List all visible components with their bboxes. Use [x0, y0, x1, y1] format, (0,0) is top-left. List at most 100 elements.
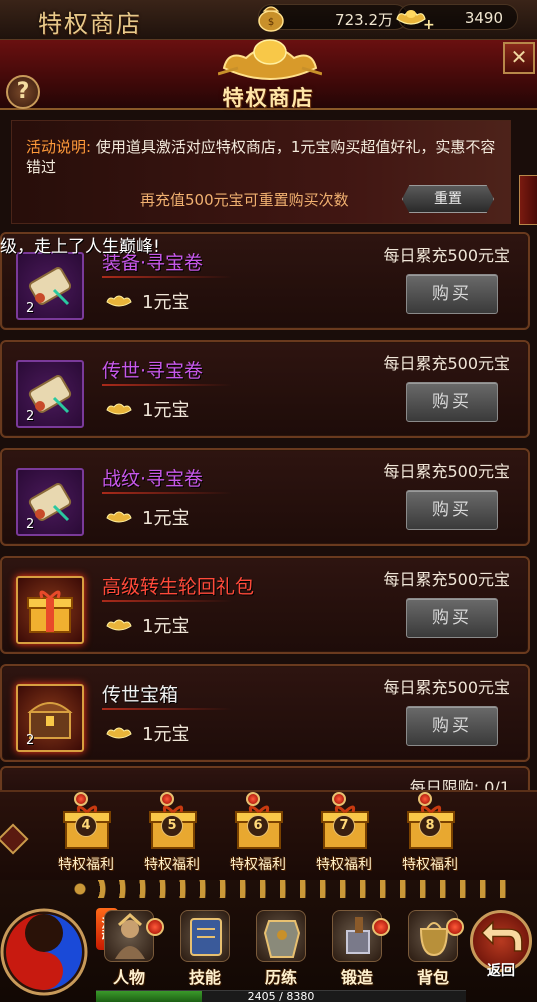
privilege-welfare-button[interactable]: 5 特权福利	[134, 798, 210, 880]
item-price: 1元宝	[142, 616, 190, 637]
item-name: 高级转生轮回礼包	[102, 576, 255, 598]
nav-label: 锻造	[340, 968, 373, 987]
purchase-condition: 每日累充500元宝	[383, 246, 510, 265]
welfare-gem-ornament	[160, 792, 174, 806]
item-icon-frame[interactable]: 2	[16, 252, 84, 320]
recharge-hint: 再充值500元宝可重置购买次数	[140, 191, 349, 209]
gold-ingot-icon	[106, 295, 132, 307]
item-row: 高级转生轮回礼包 1元宝 每日累充500元宝购买	[0, 556, 530, 654]
item-row: 2 传世宝箱 1元宝 每日累充500元宝购买	[0, 664, 530, 762]
privilege-welfare-button[interactable]: 8 特权福利	[392, 798, 468, 880]
svg-text:$: $	[268, 17, 274, 28]
welfare-level: 7	[333, 815, 355, 837]
nav-button-skill-book[interactable]: 技能	[170, 910, 240, 987]
buy-button[interactable]: 购买	[406, 274, 498, 314]
item-name: 传世宝箱	[102, 684, 179, 706]
activity-text: 使用道具激活对应特权商店，1元宝购买超值好礼，实惠不容错过	[26, 138, 496, 176]
purchase-condition: 每日累充500元宝	[383, 570, 510, 589]
partial-item-row: 每日限购: 0/1	[0, 766, 530, 792]
gold-counter: $ 723.2万	[258, 4, 408, 32]
gold-ingot-icon	[106, 727, 132, 739]
buy-button[interactable]: 购买	[406, 706, 498, 746]
help-button[interactable]: ?	[6, 75, 40, 109]
banner-title: 特权商店	[222, 85, 315, 110]
item-quantity: 2	[26, 409, 35, 424]
system-marquee: 级，走上了人生巅峰!	[0, 237, 160, 257]
name-underline	[102, 708, 232, 710]
welfare-level: 4	[75, 815, 97, 837]
close-button[interactable]: ✕	[503, 42, 535, 74]
welfare-level: 6	[247, 815, 269, 837]
exp-text: 2405 / 8380	[247, 990, 315, 1002]
gold-ingot-icon	[106, 619, 132, 631]
item-quantity: 2	[26, 301, 35, 316]
nav-art	[332, 910, 382, 962]
name-underline	[102, 600, 232, 602]
buy-button[interactable]: 购买	[406, 598, 498, 638]
buy-button[interactable]: 购买	[406, 490, 498, 530]
item-row: 2 战纹·寻宝卷 1元宝 每日累充500元宝 购买	[0, 448, 530, 546]
notification-dot	[446, 918, 464, 936]
item-price: 1元宝	[142, 400, 190, 421]
item-price: 1元宝	[142, 292, 190, 313]
name-underline	[102, 492, 232, 494]
welfare-level: 8	[419, 815, 441, 837]
privilege-welfare-button[interactable]: 6 特权福利	[220, 798, 296, 880]
exp-bar: 2405 / 8380	[96, 990, 466, 1002]
welfare-label: 特权福利	[230, 857, 286, 873]
item-quantity: 2	[26, 517, 35, 532]
nav-art	[180, 910, 230, 962]
activity-description: 活动说明: 使用道具激活对应特权商店，1元宝购买超值好礼，实惠不容错过	[26, 137, 506, 177]
name-underline	[102, 384, 232, 386]
item-icon-frame[interactable]: 2	[16, 360, 84, 428]
buy-button[interactable]: 购买	[406, 382, 498, 422]
ingot-ornament-icon	[218, 39, 322, 80]
ingot-amount: 3490	[464, 9, 503, 27]
item-row: 2 传世·寻宝卷 1元宝 每日累充500元宝 购买	[0, 340, 530, 438]
item-quantity: 2	[26, 733, 35, 748]
nav-label: 技能	[188, 968, 221, 987]
purchase-condition: 每日累充500元宝	[383, 354, 510, 373]
item-icon-frame[interactable]: 2	[16, 684, 84, 752]
gold-ingot-icon	[106, 511, 132, 523]
welfare-label: 特权福利	[144, 857, 200, 873]
ingot-counter[interactable]: + 3490	[396, 4, 518, 33]
purchase-condition: 每日累充500元宝	[383, 678, 510, 697]
item-icon-frame[interactable]	[16, 576, 84, 644]
privilege-welfare-button[interactable]: 4 特权福利	[48, 798, 124, 880]
item-icon-frame[interactable]: 2	[16, 468, 84, 536]
item-list[interactable]: 2 装备·寻宝卷 1元宝 每日累充500元宝 购买 2 传世·寻宝卷 1元宝 每日累充500元宝…	[0, 232, 537, 792]
privilege-welfare-button[interactable]: 7 特权福利	[306, 798, 382, 880]
gift-box-icon	[27, 590, 73, 633]
side-tab[interactable]	[519, 175, 537, 225]
nav-art	[104, 910, 154, 962]
nav-label: 背包	[416, 968, 449, 987]
activity-label: 活动说明:	[26, 138, 92, 156]
name-underline	[102, 276, 232, 278]
return-label: 返回	[487, 963, 515, 979]
welfare-gem-ornament	[246, 792, 260, 806]
notification-dot	[372, 918, 390, 936]
welfare-level: 5	[161, 815, 183, 837]
skill-book-icon	[190, 918, 222, 956]
return-button[interactable]: 返回	[468, 906, 534, 994]
armor-icon	[263, 920, 301, 958]
reset-button[interactable]: 重置	[402, 185, 494, 213]
coin-pile-decoration	[70, 880, 510, 898]
item-price: 1元宝	[142, 724, 190, 745]
welfare-label: 特权福利	[316, 857, 372, 873]
gold-ingot-icon	[106, 403, 132, 415]
shop-title: 特权商店	[38, 10, 142, 38]
nav-button-armor[interactable]: 历练	[246, 910, 316, 987]
warrior-icon	[115, 912, 145, 959]
item-price: 1元宝	[142, 508, 190, 529]
welfare-gem-ornament	[74, 792, 88, 806]
nav-art	[256, 910, 306, 962]
welfare-label: 特权福利	[402, 857, 458, 873]
welfare-gem-ornament	[418, 792, 432, 806]
nav-label: 人物	[112, 968, 145, 987]
purchase-condition: 每日累充500元宝	[383, 462, 510, 481]
taichi-orb-icon[interactable]	[0, 900, 94, 1000]
activity-panel: 活动说明: 使用道具激活对应特权商店，1元宝购买超值好礼，实惠不容错过 再充值5…	[11, 120, 511, 224]
add-ingot-icon[interactable]: +	[423, 17, 435, 33]
